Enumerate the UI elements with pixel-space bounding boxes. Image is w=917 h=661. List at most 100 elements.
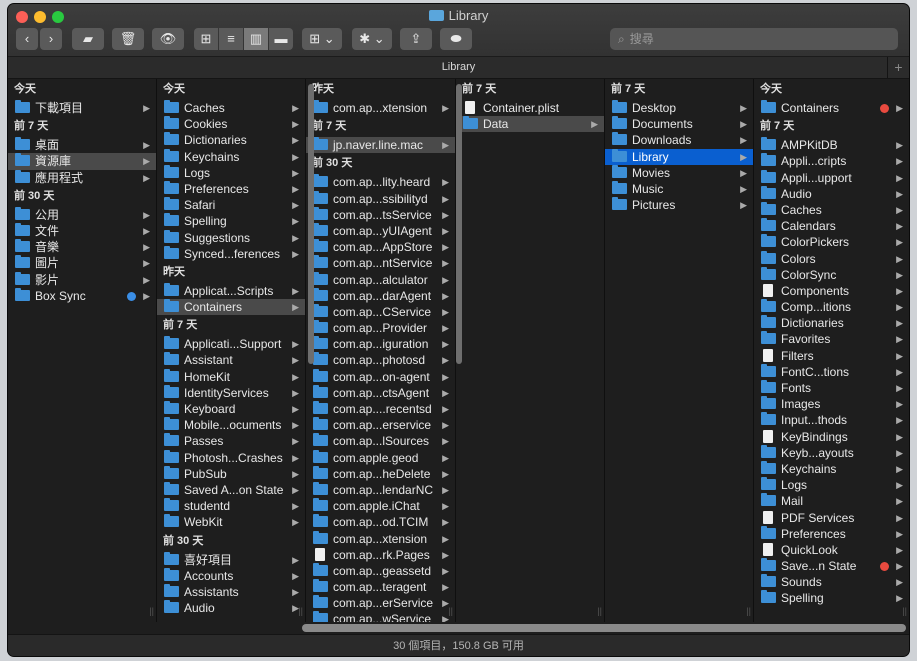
column-scrollbar[interactable]: [308, 84, 314, 364]
list-item[interactable]: 音樂 ▶: [8, 239, 156, 255]
list-item[interactable]: IdentityServices ▶: [157, 384, 305, 401]
list-item[interactable]: com.ap...CService ▶: [306, 303, 455, 320]
list-item[interactable]: Containers ▶: [157, 299, 305, 316]
list-item[interactable]: 應用程式 ▶: [8, 169, 156, 186]
list-item[interactable]: ColorSync ▶: [754, 266, 909, 283]
search-input[interactable]: ⌕ 搜尋: [610, 28, 898, 50]
list-item[interactable]: Fonts ▶: [754, 380, 909, 396]
list-item[interactable]: Assistants ▶: [157, 583, 305, 600]
list-item[interactable]: WebKit ▶: [157, 514, 305, 530]
list-item[interactable]: com.apple.iChat ▶: [306, 498, 455, 514]
list-item[interactable]: Library ▶: [605, 148, 753, 165]
browser-column[interactable]: 昨天 com.ap...xtension ▶ 前 7 天 jp.naver.line.m…: [306, 79, 456, 622]
list-item[interactable]: Box Sync ▶: [8, 287, 156, 304]
list-item[interactable]: com.ap...erService ▶: [306, 595, 455, 611]
browser-column[interactable]: 今天 Containers ▶ 前 7 天 AMPKitDB ▶ Appli...cript…: [754, 79, 909, 622]
list-item[interactable]: com.ap...Provider ▶: [306, 320, 455, 336]
list-item[interactable]: Assistant ▶: [157, 352, 305, 368]
list-item[interactable]: Dictionaries ▶: [754, 315, 909, 331]
share-button[interactable]: ⇪: [400, 28, 432, 50]
list-item[interactable]: com.ap...xtension ▶: [306, 530, 455, 547]
list-item[interactable]: com.ap...ntService ▶: [306, 255, 455, 271]
list-item[interactable]: Saved A...on State ▶: [157, 481, 305, 498]
list-item[interactable]: Favorites ▶: [754, 331, 909, 347]
list-item[interactable]: Keyboard ▶: [157, 401, 305, 417]
list-item[interactable]: Audio ▶: [754, 185, 909, 202]
browser-column[interactable]: 今天 下載項目 ▶ 前 7 天桌面 ▶ 資源庫 ▶ 應用程式 ▶ 前 30 天公用 ▶ 文件 ▶ 音樂 ▶ 圖…: [8, 79, 157, 622]
list-item[interactable]: Images ▶: [754, 396, 909, 412]
gallery-view-button[interactable]: ▬: [269, 28, 293, 50]
browser-column[interactable]: 今天 Caches ▶ Cookies ▶ Dictionaries ▶ Keychains ▶…: [157, 79, 306, 622]
list-item[interactable]: KeyBindings ▶: [754, 429, 909, 445]
column-view-button[interactable]: ▥: [244, 28, 268, 50]
list-item[interactable]: Keychains ▶: [157, 148, 305, 165]
list-item[interactable]: 文件 ▶: [8, 222, 156, 239]
list-item[interactable]: Photosh...Crashes ▶: [157, 449, 305, 466]
list-item[interactable]: Movies ▶: [605, 164, 753, 181]
list-item[interactable]: com.ap...iguration ▶: [306, 336, 455, 352]
column-resize-handle[interactable]: ||: [597, 606, 602, 616]
list-item[interactable]: Save...n State ▶: [754, 558, 909, 574]
list-item[interactable]: Container.plist: [456, 100, 604, 116]
list-item[interactable]: com.ap...od.TCIM ▶: [306, 514, 455, 530]
list-item[interactable]: AMPKitDB ▶: [754, 137, 909, 153]
list-item[interactable]: Keyb...ayouts ▶: [754, 444, 909, 461]
list-item[interactable]: com.ap...ctsAgent ▶: [306, 384, 455, 401]
trash-button[interactable]: 🗑: [112, 28, 144, 50]
list-item[interactable]: com.ap...darAgent ▶: [306, 287, 455, 304]
list-item[interactable]: Spelling ▶: [754, 590, 909, 606]
list-item[interactable]: jp.naver.line.mac ▶: [306, 137, 455, 154]
list-item[interactable]: com.ap...yUIAgent ▶: [306, 222, 455, 239]
column-resize-handle[interactable]: ||: [298, 606, 303, 616]
list-item[interactable]: com.ap...wService ▶: [306, 611, 455, 622]
icon-view-button[interactable]: ⊞: [194, 28, 218, 50]
list-item[interactable]: com.ap...photosd ▶: [306, 352, 455, 368]
list-item[interactable]: Documents ▶: [605, 116, 753, 132]
list-item[interactable]: Calendars ▶: [754, 218, 909, 234]
list-item[interactable]: 影片 ▶: [8, 271, 156, 288]
list-item[interactable]: studentd ▶: [157, 498, 305, 514]
quick-look-button[interactable]: 👁: [152, 28, 184, 50]
column-scrollbar[interactable]: [456, 84, 462, 364]
list-item[interactable]: Filters ▶: [754, 348, 909, 364]
tag-button[interactable]: ⬬: [440, 28, 472, 50]
list-item[interactable]: com.ap...lSources ▶: [306, 433, 455, 449]
group-button[interactable]: ⊞ ⌄: [302, 28, 342, 50]
list-item[interactable]: Music ▶: [605, 180, 753, 197]
list-item[interactable]: Applicati...Support ▶: [157, 336, 305, 352]
list-item[interactable]: Logs ▶: [157, 164, 305, 181]
list-item[interactable]: com.ap...on-agent ▶: [306, 368, 455, 385]
list-item[interactable]: com.ap...lity.heard ▶: [306, 174, 455, 190]
list-item[interactable]: Pictures ▶: [605, 197, 753, 213]
column-resize-handle[interactable]: ||: [746, 606, 751, 616]
list-item[interactable]: Mail ▶: [754, 493, 909, 509]
list-item[interactable]: com.ap...teragent ▶: [306, 579, 455, 595]
list-item[interactable]: com.ap...alculator ▶: [306, 271, 455, 288]
list-item[interactable]: Suggestions ▶: [157, 229, 305, 246]
list-item[interactable]: Dictionaries ▶: [157, 132, 305, 148]
new-folder-button[interactable]: ▰: [72, 28, 104, 50]
list-item[interactable]: Input...thods ▶: [754, 412, 909, 428]
list-item[interactable]: Keychains ▶: [754, 460, 909, 477]
list-item[interactable]: 公用 ▶: [8, 206, 156, 223]
list-item[interactable]: Audio ▶: [157, 600, 305, 616]
list-item[interactable]: Desktop ▶: [605, 100, 753, 116]
list-item[interactable]: FontC...tions ▶: [754, 363, 909, 380]
list-item[interactable]: Accounts ▶: [157, 567, 305, 584]
list-item[interactable]: Containers ▶: [754, 100, 909, 116]
list-item[interactable]: Downloads ▶: [605, 132, 753, 148]
list-item[interactable]: Caches ▶: [754, 201, 909, 218]
column-resize-handle[interactable]: ||: [448, 606, 453, 616]
list-item[interactable]: PubSub ▶: [157, 465, 305, 482]
list-item[interactable]: 喜好項目 ▶: [157, 551, 305, 568]
list-item[interactable]: com.apple.geod ▶: [306, 449, 455, 466]
list-item[interactable]: Colors ▶: [754, 250, 909, 267]
list-view-button[interactable]: ≡: [219, 28, 243, 50]
list-item[interactable]: Comp...itions ▶: [754, 299, 909, 315]
list-item[interactable]: Data ▶: [456, 116, 604, 133]
list-item[interactable]: 桌面 ▶: [8, 137, 156, 153]
browser-column[interactable]: 前 7 天 Desktop ▶ Documents ▶ Downloads ▶ Library…: [605, 79, 754, 622]
list-item[interactable]: com.ap...heDelete ▶: [306, 465, 455, 482]
list-item[interactable]: HomeKit ▶: [157, 368, 305, 385]
list-item[interactable]: Mobile...ocuments ▶: [157, 417, 305, 433]
